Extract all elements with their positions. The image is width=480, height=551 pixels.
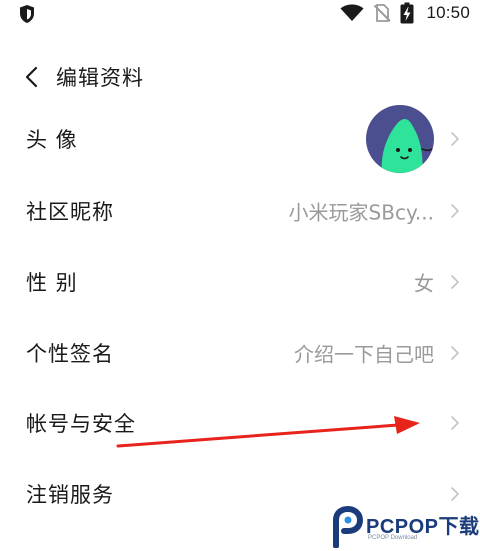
avatar[interactable] [366,105,434,173]
status-icons: 10:50 [340,0,470,26]
page-header: 编辑资料 [0,56,480,100]
chevron-right-icon [451,416,459,430]
row-label: 头 像 [26,128,78,152]
watermark: PCPOP下载 PCPOP Download [330,506,480,551]
watermark-sub: PCPOP Download [368,535,418,541]
status-time: 10:50 [426,3,470,22]
row-avatar[interactable]: 头 像 [0,105,480,173]
row-nickname[interactable]: 社区昵称 小米玩家SBcy... [0,178,480,244]
chevron-right-icon [451,132,459,146]
chevron-right-icon [451,204,459,218]
row-label: 性 别 [26,271,78,295]
back-button[interactable] [20,64,46,90]
no-sim-icon [374,4,392,22]
battery-charging-icon [400,2,414,24]
wifi-icon [340,4,364,21]
row-value: 介绍一下自己吧 [294,342,434,367]
chevron-right-icon [451,275,459,289]
shield-icon [20,5,34,23]
status-bar: 10:50 [0,0,480,26]
chevron-right-icon [451,487,459,501]
chevron-right-icon [451,346,459,360]
row-account-security[interactable]: 帐号与安全 [0,390,480,456]
row-label: 社区昵称 [26,200,114,224]
page-title: 编辑资料 [56,66,144,90]
row-value: 小米玩家SBcy... [288,200,434,225]
row-label: 注销服务 [26,483,114,507]
avatar-image [366,105,434,173]
row-label: 帐号与安全 [26,412,136,436]
pcpop-logo-icon [333,506,364,548]
row-value: 女 [414,271,434,296]
row-signature[interactable]: 个性签名 介绍一下自己吧 [0,320,480,386]
chevron-left-icon [25,66,38,88]
row-label: 个性签名 [26,342,114,366]
row-gender[interactable]: 性 别 女 [0,249,480,315]
